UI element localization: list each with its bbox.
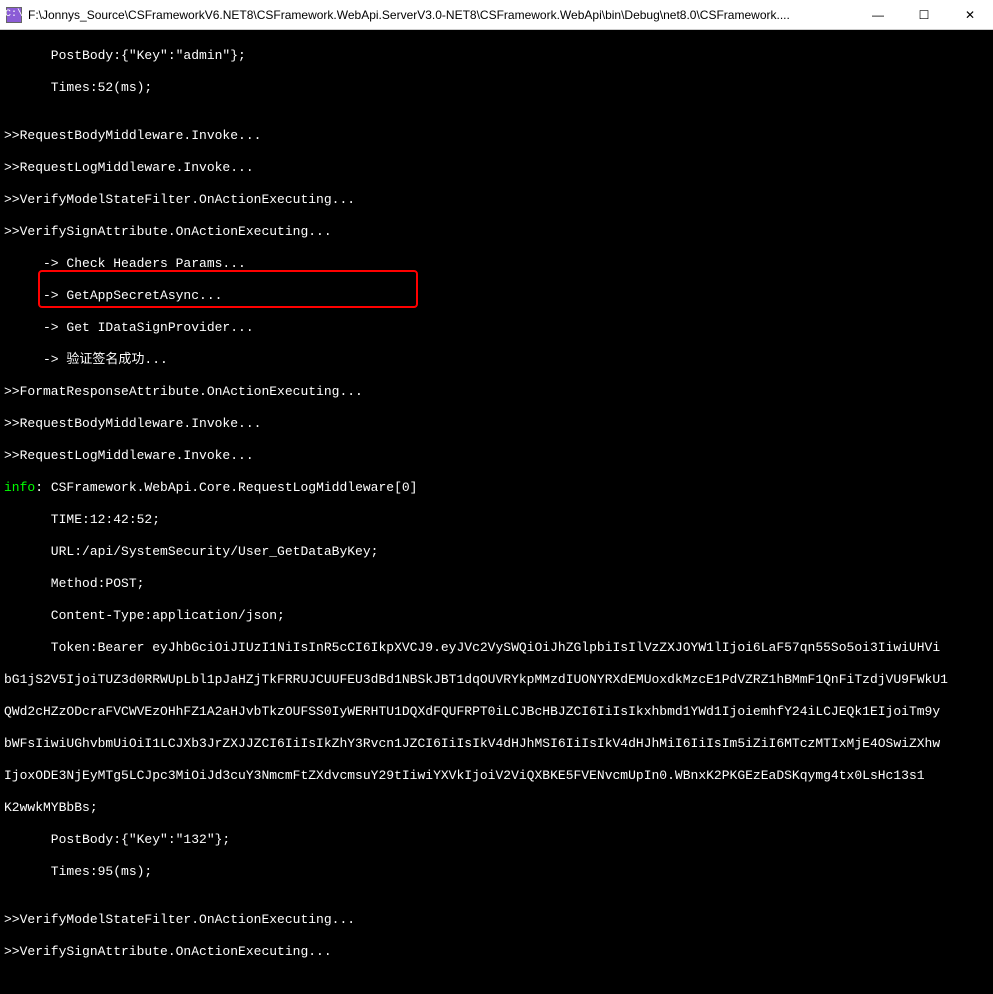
console-line: TIME:12:42:52; [4, 512, 989, 528]
console-line: >>RequestLogMiddleware.Invoke... [4, 160, 989, 176]
window-controls: — ☐ ✕ [855, 0, 993, 29]
console-line: bG1jS2V5IjoiTUZ3d0RRWUpLbl1pJaHZjTkFRRUJ… [4, 672, 989, 688]
console-line: Content-Type:application/json; [4, 608, 989, 624]
maximize-button[interactable]: ☐ [901, 0, 947, 29]
console-line: info: CSFramework.WebApi.Core.RequestLog… [4, 480, 989, 496]
console-line: >>VerifyModelStateFilter.OnActionExecuti… [4, 192, 989, 208]
console-line: -> Check Headers Params... [4, 256, 989, 272]
console-line: >>VerifySignAttribute.OnActionExecuting.… [4, 224, 989, 240]
console-line: >>RequestBodyMiddleware.Invoke... [4, 416, 989, 432]
app-icon: C:\ [6, 7, 22, 23]
console-line: >>FormatResponseAttribute.OnActionExecut… [4, 384, 989, 400]
console-line: K2wwkMYBbBs; [4, 800, 989, 816]
console-line: >>VerifySignAttribute.OnActionExecuting.… [4, 944, 989, 960]
console-text: : CSFramework.WebApi.Core.RequestLogMidd… [35, 480, 417, 495]
console-line: -> GetAppSecretAsync... [4, 288, 989, 304]
console-line: >>RequestLogMiddleware.Invoke... [4, 448, 989, 464]
console-line: URL:/api/SystemSecurity/User_GetDataByKe… [4, 544, 989, 560]
console-line: bWFsIiwiUGhvbmUiOiI1LCJXb3JrZXJJZCI6IiIs… [4, 736, 989, 752]
console-line: PostBody:{"Key":"admin"}; [4, 48, 989, 64]
console-area: PostBody:{"Key":"admin"}; Times:52(ms); … [0, 30, 993, 994]
log-level-info: info [4, 480, 35, 495]
window-titlebar: C:\ F:\Jonnys_Source\CSFrameworkV6.NET8\… [0, 0, 993, 30]
console-line: Token:Bearer eyJhbGciOiJIUzI1NiIsInR5cCI… [4, 640, 989, 656]
console-line: PostBody:{"Key":"132"}; [4, 832, 989, 848]
console-line: >>VerifyModelStateFilter.OnActionExecuti… [4, 912, 989, 928]
console-line: QWd2cHZzODcraFVCWVEzOHhFZ1A2aHJvbTkzOUFS… [4, 704, 989, 720]
close-button[interactable]: ✕ [947, 0, 993, 29]
console-line: Method:POST; [4, 576, 989, 592]
minimize-button[interactable]: — [855, 0, 901, 29]
console-line: >>RequestBodyMiddleware.Invoke... [4, 128, 989, 144]
console-line: IjoxODE3NjEyMTg5LCJpc3MiOiJd3cuY3NmcmFtZ… [4, 768, 989, 784]
console-line: Times:95(ms); [4, 864, 989, 880]
console-line: -> Get IDataSignProvider... [4, 320, 989, 336]
console-line: Times:52(ms); [4, 80, 989, 96]
window-title: F:\Jonnys_Source\CSFrameworkV6.NET8\CSFr… [28, 8, 855, 22]
console-line: -> 验证签名成功... [4, 352, 989, 368]
console-output: PostBody:{"Key":"admin"}; Times:52(ms); … [0, 30, 993, 994]
